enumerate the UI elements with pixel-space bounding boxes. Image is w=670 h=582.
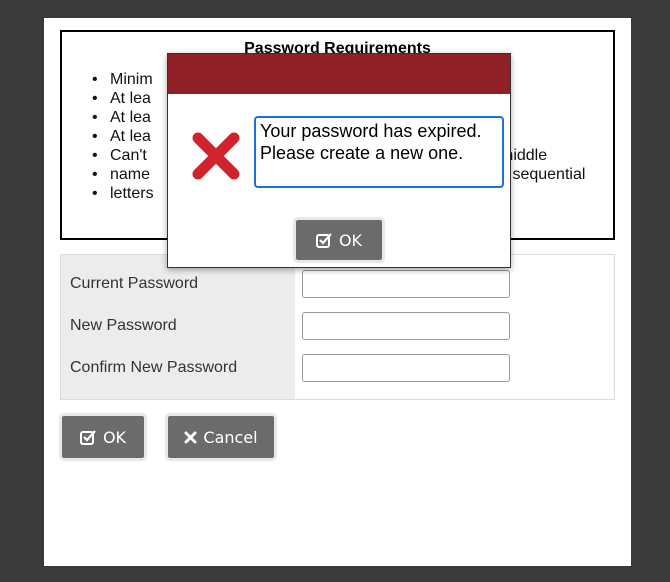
requirement-tail: middle	[500, 147, 548, 164]
confirm-password-input[interactable]	[302, 354, 510, 382]
password-form: Current Password New Password Confirm Ne…	[60, 254, 615, 400]
dialog-message: Your password has expired. Please create…	[254, 116, 504, 188]
cancel-button-label: Cancel	[203, 427, 258, 447]
current-password-input[interactable]	[302, 270, 510, 298]
checkbox-check-icon	[315, 232, 333, 248]
expired-password-dialog: Your password has expired. Please create…	[167, 53, 511, 268]
new-password-input[interactable]	[302, 312, 510, 340]
dialog-ok-button[interactable]: OK	[296, 220, 382, 260]
current-password-label: Current Password	[70, 275, 199, 292]
confirm-password-label: Confirm New Password	[70, 359, 238, 376]
new-password-label: New Password	[70, 317, 177, 334]
ok-button-label: OK	[102, 427, 127, 447]
ok-button[interactable]: OK	[62, 416, 144, 458]
error-x-icon	[190, 130, 242, 182]
cancel-button[interactable]: Cancel	[168, 416, 274, 458]
x-icon	[184, 431, 197, 444]
dialog-ok-label: OK	[338, 230, 363, 250]
requirement-tail: y sequential	[500, 166, 586, 183]
checkbox-check-icon	[79, 429, 97, 445]
dialog-header	[168, 54, 510, 94]
